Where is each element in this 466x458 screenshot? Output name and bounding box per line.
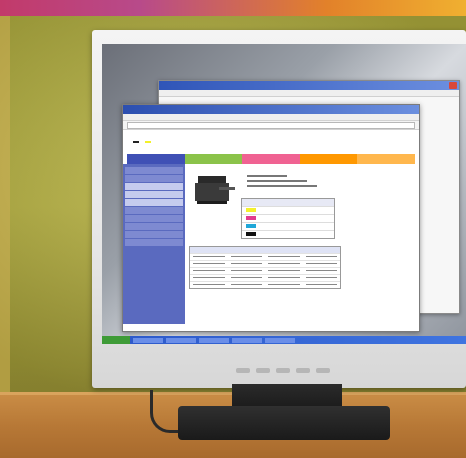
taskbar-item [232, 337, 262, 343]
sidebar-item [125, 175, 183, 182]
back-window-titlebar [159, 81, 459, 90]
address-field [127, 121, 415, 129]
taskbar [102, 336, 466, 344]
sidebar-item [125, 215, 183, 222]
monitor-button [256, 367, 270, 373]
sidebar-item [125, 199, 183, 206]
monitor-button [236, 367, 250, 373]
device-info [247, 172, 327, 190]
monitor-button [276, 367, 290, 373]
tab [242, 154, 300, 164]
tab [299, 154, 358, 164]
sidebar-item [125, 191, 183, 198]
tab [357, 154, 415, 164]
sidebar-item [125, 183, 183, 190]
close-icon [449, 82, 457, 89]
status-badge [133, 141, 139, 143]
taskbar-item [166, 337, 196, 343]
front-browser-window [122, 104, 420, 332]
tab [127, 154, 185, 164]
tab [184, 154, 243, 164]
main-content [185, 164, 419, 324]
status-badge [145, 141, 151, 143]
jobs-table [189, 246, 341, 289]
window-body [123, 164, 419, 324]
monitor-stand-base [178, 406, 390, 440]
front-window-titlebar [123, 105, 419, 114]
taskbar-item [265, 337, 295, 343]
device-header [123, 130, 419, 154]
sidebar [123, 164, 185, 324]
top-color-bar [0, 0, 466, 16]
monitor-screen [102, 44, 466, 344]
taskbar-item [133, 337, 163, 343]
toner-table [241, 198, 335, 239]
back-window-menu [159, 90, 459, 97]
sidebar-item [125, 223, 183, 230]
monitor-controls [236, 364, 346, 376]
taskbar-item [199, 337, 229, 343]
start-button [102, 336, 130, 344]
sidebar-item [125, 207, 183, 214]
printer-icon [195, 176, 235, 206]
sidebar-item [125, 231, 183, 238]
sidebar-item [125, 239, 183, 246]
tab-bar [127, 154, 415, 164]
monitor-button [316, 367, 330, 373]
address-bar [123, 120, 419, 130]
sidebar-item [125, 167, 183, 174]
monitor-button [296, 367, 310, 373]
